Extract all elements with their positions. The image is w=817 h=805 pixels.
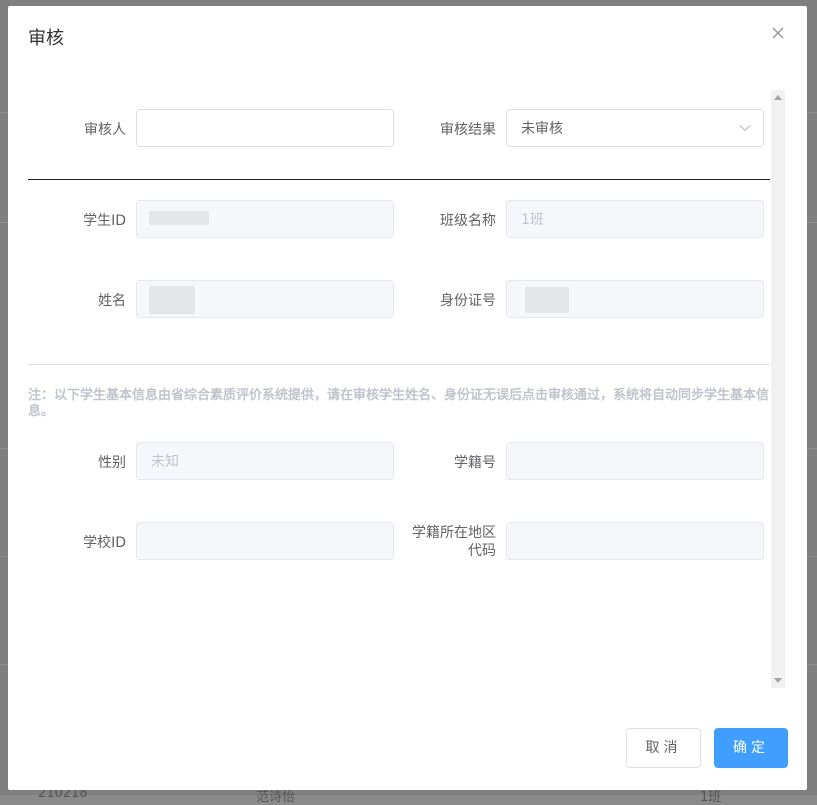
redacted-value — [149, 286, 195, 314]
student-id-field — [136, 200, 394, 238]
student-no-label: 学籍号 — [454, 455, 496, 471]
close-icon[interactable] — [771, 26, 787, 42]
region-code-label: 学籍所在地区 代码 — [396, 524, 496, 560]
section-divider — [28, 179, 770, 180]
gender-label: 性别 — [98, 455, 126, 471]
class-name-label: 班级名称 — [440, 213, 496, 229]
name-field — [136, 280, 394, 318]
gender-field: 未知 — [136, 442, 394, 480]
review-dialog: 审核 审核人 审核结果 未审核 学生ID 班级名称 1班 姓名 身份证号 注：以… — [8, 6, 807, 790]
cancel-button[interactable]: 取消 — [626, 728, 701, 768]
school-id-label: 学校ID — [83, 535, 126, 551]
id-card-label: 身份证号 — [440, 293, 496, 309]
scroll-down-arrow-icon[interactable] — [774, 678, 782, 683]
student-id-label: 学生ID — [83, 213, 126, 229]
region-code-label-line1: 学籍所在地区 — [412, 525, 496, 541]
class-name-value: 1班 — [521, 212, 544, 228]
scroll-up-arrow-icon[interactable] — [774, 95, 782, 100]
chevron-down-icon — [739, 125, 751, 132]
review-result-value: 未审核 — [521, 121, 563, 137]
dialog-title: 审核 — [28, 28, 64, 49]
review-result-select[interactable]: 未审核 — [506, 109, 764, 147]
id-card-field — [506, 280, 764, 318]
info-note: 注：以下学生基本信息由省综合素质评价系统提供，请在审核学生姓名、身份证无误后点击… — [28, 388, 770, 419]
region-code-field — [506, 522, 764, 560]
redacted-value — [149, 211, 209, 225]
gender-value: 未知 — [151, 454, 179, 470]
school-id-field — [136, 522, 394, 560]
region-code-label-line2: 代码 — [468, 543, 496, 559]
class-name-field: 1班 — [506, 200, 764, 238]
name-label: 姓名 — [98, 293, 126, 309]
section-divider-light — [28, 364, 770, 365]
confirm-button[interactable]: 确定 — [714, 728, 788, 768]
student-no-field — [506, 442, 764, 480]
dialog-scrollbar[interactable] — [771, 90, 785, 688]
reviewer-input[interactable] — [136, 109, 394, 147]
reviewer-label: 审核人 — [84, 122, 126, 138]
redacted-value — [525, 287, 569, 313]
review-result-label: 审核结果 — [440, 122, 496, 138]
